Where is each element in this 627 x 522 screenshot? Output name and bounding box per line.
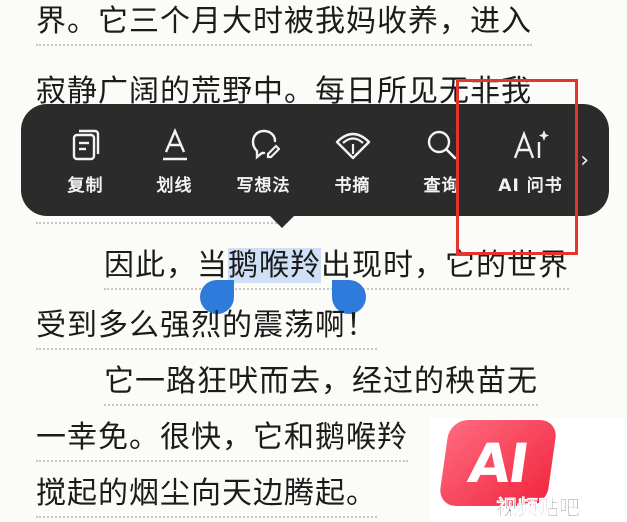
write-thought-label: 写想法 bbox=[236, 175, 291, 196]
watermark-logo-text: AI bbox=[464, 431, 532, 495]
text-before-selection: 因此，当 bbox=[104, 248, 228, 283]
write-thought-button[interactable]: 写想法 bbox=[219, 125, 308, 196]
watermark: AI 视频贴吧 bbox=[430, 418, 627, 522]
excerpt-label: 书摘 bbox=[334, 175, 371, 196]
selected-text[interactable]: 鹅喉羚 bbox=[228, 248, 321, 283]
text-line: 它一路狂吠而去，经过的秧苗无 bbox=[104, 362, 538, 406]
text-line: 受到多么强烈的震荡啊！ bbox=[36, 306, 377, 350]
copy-button[interactable]: 复制 bbox=[41, 125, 130, 196]
lookup-label: 查询 bbox=[423, 175, 460, 196]
more-chevron-icon[interactable]: › bbox=[580, 148, 589, 173]
text-line: 界。它三个月大时被我妈收养，进入 bbox=[36, 2, 532, 46]
toolbar-pointer bbox=[268, 214, 296, 228]
text-line: 一幸免。很快，它和鹅喉羚 bbox=[36, 418, 408, 462]
excerpt-button[interactable]: 书摘 bbox=[308, 125, 397, 196]
underline-button[interactable]: 划线 bbox=[130, 125, 219, 196]
watermark-text: 视频贴吧 bbox=[496, 496, 581, 521]
copy-label: 复制 bbox=[67, 175, 104, 196]
thought-bubble-icon bbox=[248, 125, 280, 165]
underline-label: 划线 bbox=[156, 175, 193, 196]
highlight-annotation-box bbox=[456, 79, 578, 255]
underline-icon bbox=[160, 125, 190, 165]
text-line: 搅起的烟尘向天边腾起。 bbox=[36, 474, 377, 518]
copy-icon bbox=[71, 125, 101, 165]
search-icon bbox=[426, 125, 458, 165]
fan-bookmark-icon bbox=[335, 125, 371, 165]
